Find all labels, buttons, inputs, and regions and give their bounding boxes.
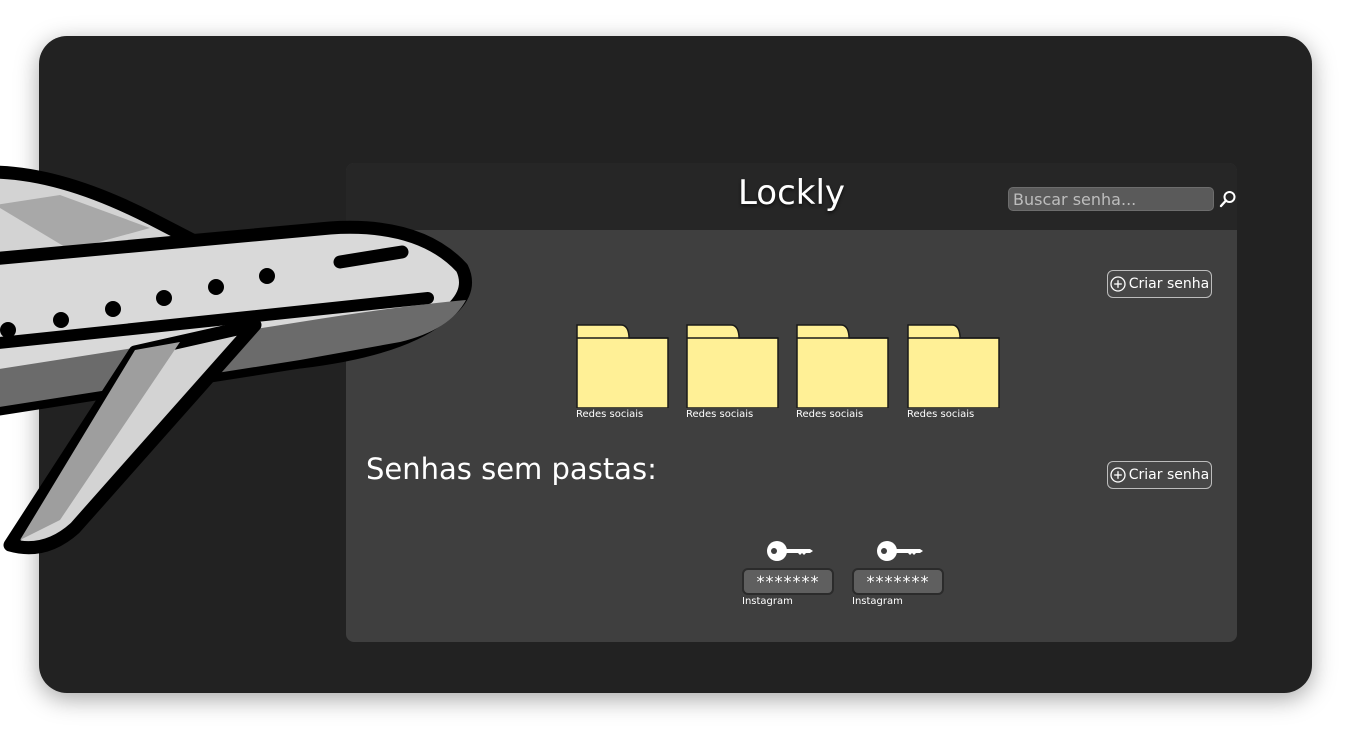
search-input[interactable]: [1008, 187, 1214, 211]
create-password-button[interactable]: Criar senha: [1107, 270, 1212, 298]
key-icon: [767, 541, 813, 561]
airplane-window: [0, 322, 16, 338]
folder-item[interactable]: Redes sociais: [907, 324, 1000, 420]
create-password-label: Criar senha: [1128, 467, 1210, 483]
create-password-label: Criar senha: [1128, 276, 1210, 292]
lockly-app: Lockly Criar senha Redes sociais Redes s…: [346, 163, 1237, 642]
folder-label: Redes sociais: [907, 409, 975, 420]
folder-icon: [576, 324, 669, 408]
folder-label: Redes sociais: [576, 409, 644, 420]
app-header: Lockly: [346, 163, 1237, 230]
plus-circle-icon: [1110, 276, 1126, 292]
password-label: Instagram: [852, 596, 903, 607]
folder-icon: [796, 324, 889, 408]
folder-icon: [686, 324, 779, 408]
folder-item[interactable]: Redes sociais: [796, 324, 889, 420]
search-icon[interactable]: [1218, 189, 1237, 209]
folder-item[interactable]: Redes sociais: [576, 324, 669, 420]
masked-password-field[interactable]: *******: [852, 568, 944, 595]
key-icon: [877, 541, 923, 561]
create-password-button[interactable]: Criar senha: [1107, 461, 1212, 489]
folder-icon: [907, 324, 1000, 408]
folder-label: Redes sociais: [686, 409, 754, 420]
password-label: Instagram: [742, 596, 793, 607]
folder-label: Redes sociais: [796, 409, 864, 420]
section-title: Senhas sem pastas:: [366, 452, 657, 486]
plus-circle-icon: [1110, 467, 1126, 483]
masked-password-field[interactable]: *******: [742, 568, 834, 595]
folder-item[interactable]: Redes sociais: [686, 324, 779, 420]
